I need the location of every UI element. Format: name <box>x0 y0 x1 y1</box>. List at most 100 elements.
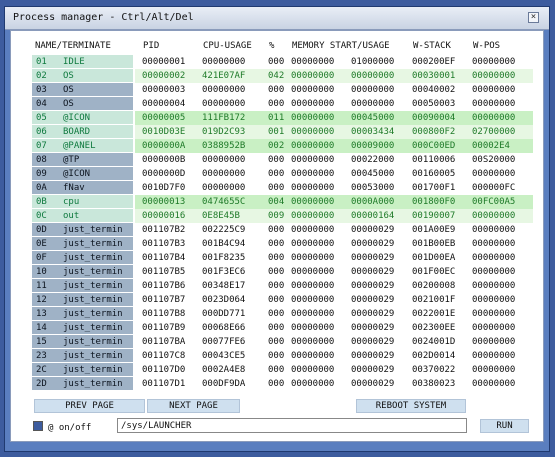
process-values: 001107C8 00043CE5 000 00000000 00000029 002D0… <box>135 349 533 363</box>
process-name-label: @TP <box>63 155 80 165</box>
terminate-process-button[interactable]: 2D just_termin <box>32 377 133 391</box>
w-pos-cell: 00000000 <box>472 351 516 361</box>
percent-cell: 000 <box>268 155 285 165</box>
table-row: 02 OS 00000002 421E07AF 042 00000000 00000000 0… <box>11 69 541 83</box>
process-values: 001107D0 0002A4E8 000 00000000 00000029 00370… <box>135 363 533 377</box>
close-icon[interactable]: × <box>528 12 539 23</box>
memory-start-cell: 00000000 <box>291 295 335 305</box>
w-stack-cell: 001F00EC <box>412 267 456 277</box>
terminate-process-button[interactable]: 05 @ICON <box>32 111 133 125</box>
process-id-label: 09 <box>36 169 47 179</box>
w-stack-cell: 000800F2 <box>412 127 456 137</box>
memory-start-cell: 00000000 <box>291 267 335 277</box>
pid-cell: 0000000B <box>142 155 186 165</box>
cpu-usage-cell: 000DD771 <box>202 309 246 319</box>
terminate-process-button[interactable]: 0F just_termin <box>32 251 133 265</box>
process-id-label: 13 <box>36 309 47 319</box>
terminate-process-button[interactable]: 0D just_termin <box>32 223 133 237</box>
process-id-label: 01 <box>36 57 47 67</box>
memory-usage-cell: 00000000 <box>351 99 395 109</box>
terminate-process-button[interactable]: 03 OS <box>32 83 133 97</box>
w-stack-cell: 00370022 <box>412 365 456 375</box>
pid-cell: 00000003 <box>142 85 186 95</box>
terminate-process-button[interactable]: 14 just_termin <box>32 321 133 335</box>
terminate-process-button[interactable]: 01 IDLE <box>32 55 133 69</box>
process-name-label: @PANEL <box>63 141 96 151</box>
pid-cell: 001107B6 <box>142 281 186 291</box>
cpu-usage-cell: 00068E66 <box>202 323 246 333</box>
next-page-button[interactable]: NEXT PAGE <box>147 399 240 413</box>
w-pos-cell: 00000000 <box>472 225 516 235</box>
cpu-usage-cell: 000DF9DA <box>202 379 246 389</box>
run-button[interactable]: RUN <box>480 419 529 433</box>
command-input[interactable]: /sys/LAUNCHER <box>117 418 467 433</box>
percent-cell: 000 <box>268 379 285 389</box>
memory-start-cell: 00000000 <box>291 141 335 151</box>
terminate-process-button[interactable]: 0E just_termin <box>32 237 133 251</box>
w-stack-cell: 00040002 <box>412 85 456 95</box>
terminate-process-button[interactable]: 06 BOARD <box>32 125 133 139</box>
w-pos-cell: 00000000 <box>472 323 516 333</box>
terminate-process-button[interactable]: 0B cpu <box>32 195 133 209</box>
terminate-process-button[interactable]: 07 @PANEL <box>32 139 133 153</box>
pid-cell: 001107B2 <box>142 225 186 235</box>
memory-start-cell: 00000000 <box>291 323 335 333</box>
process-id-label: 07 <box>36 141 47 151</box>
process-id-label: 05 <box>36 113 47 123</box>
w-stack-cell: 00050003 <box>412 99 456 109</box>
terminate-process-button[interactable]: 09 @ICON <box>32 167 133 181</box>
w-stack-cell: 00190007 <box>412 211 456 221</box>
terminate-process-button[interactable]: 10 just_termin <box>32 265 133 279</box>
process-values: 0000000A 0388952B 002 00000000 00009000 000C0… <box>135 139 533 153</box>
process-values: 001107B6 00348E17 000 00000000 00000029 00200… <box>135 279 533 293</box>
process-name-label: fNav <box>63 183 85 193</box>
memory-start-cell: 00000000 <box>291 85 335 95</box>
memory-start-cell: 00000000 <box>291 183 335 193</box>
table-row: 0D just_termin 001107B2 002225C9 000 00000000… <box>11 223 541 237</box>
memory-start-cell: 00000000 <box>291 337 335 347</box>
process-values: 001107B9 00068E66 000 00000000 00000029 00230… <box>135 321 533 335</box>
terminate-process-button[interactable]: 15 just_termin <box>32 335 133 349</box>
terminate-process-button[interactable]: 02 OS <box>32 69 133 83</box>
process-values: 0010D7F0 00000000 000 00000000 00053000 00170… <box>135 181 533 195</box>
pid-cell: 00000005 <box>142 113 186 123</box>
pid-cell: 0010D03E <box>142 127 186 137</box>
percent-cell: 000 <box>268 337 285 347</box>
process-id-label: 0C <box>36 211 47 221</box>
prev-page-button[interactable]: PREV PAGE <box>34 399 145 413</box>
terminate-process-button[interactable]: 08 @TP <box>32 153 133 167</box>
pid-cell: 00000013 <box>142 197 186 207</box>
memory-start-cell: 00000000 <box>291 239 335 249</box>
process-id-label: 10 <box>36 267 47 277</box>
process-id-label: 0A <box>36 183 47 193</box>
terminate-process-button[interactable]: 0C out <box>32 209 133 223</box>
terminate-process-button[interactable]: 2C just_termin <box>32 363 133 377</box>
pid-cell: 001107BA <box>142 337 186 347</box>
terminate-process-button[interactable]: 12 just_termin <box>32 293 133 307</box>
terminate-process-button[interactable]: 13 just_termin <box>32 307 133 321</box>
percent-cell: 001 <box>268 127 285 137</box>
memory-start-cell: 00000000 <box>291 351 335 361</box>
cpu-usage-cell: 0474655C <box>202 197 246 207</box>
on-off-checkbox[interactable] <box>33 421 43 431</box>
terminate-process-button[interactable]: 04 OS <box>32 97 133 111</box>
terminate-process-button[interactable]: 23 just_termin <box>32 349 133 363</box>
percent-cell: 004 <box>268 197 285 207</box>
memory-usage-cell: 00009000 <box>351 141 395 151</box>
w-stack-cell: 0024001D <box>412 337 456 347</box>
process-name-label: just_termin <box>63 295 123 305</box>
process-name-label: just_termin <box>63 253 123 263</box>
reboot-system-button[interactable]: REBOOT SYSTEM <box>356 399 466 413</box>
title-bar[interactable]: Process manager - Ctrl/Alt/Del × <box>5 7 549 30</box>
cpu-usage-cell: 001F8235 <box>202 253 246 263</box>
table-row: 14 just_termin 001107B9 00068E66 000 00000 000… <box>11 321 541 335</box>
pid-cell: 001107B9 <box>142 323 186 333</box>
cpu-usage-cell: 0023D064 <box>202 295 246 305</box>
terminate-process-button[interactable]: 11 just_termin <box>32 279 133 293</box>
terminate-process-button[interactable]: 0A fNav <box>32 181 133 195</box>
w-pos-cell: 00000000 <box>472 281 516 291</box>
memory-start-cell: 00000000 <box>291 169 335 179</box>
process-id-label: 14 <box>36 323 47 333</box>
process-values: 00000002 421E07AF 042 00000000 00000000 00030… <box>135 69 533 83</box>
process-name-label: IDLE <box>63 57 85 67</box>
